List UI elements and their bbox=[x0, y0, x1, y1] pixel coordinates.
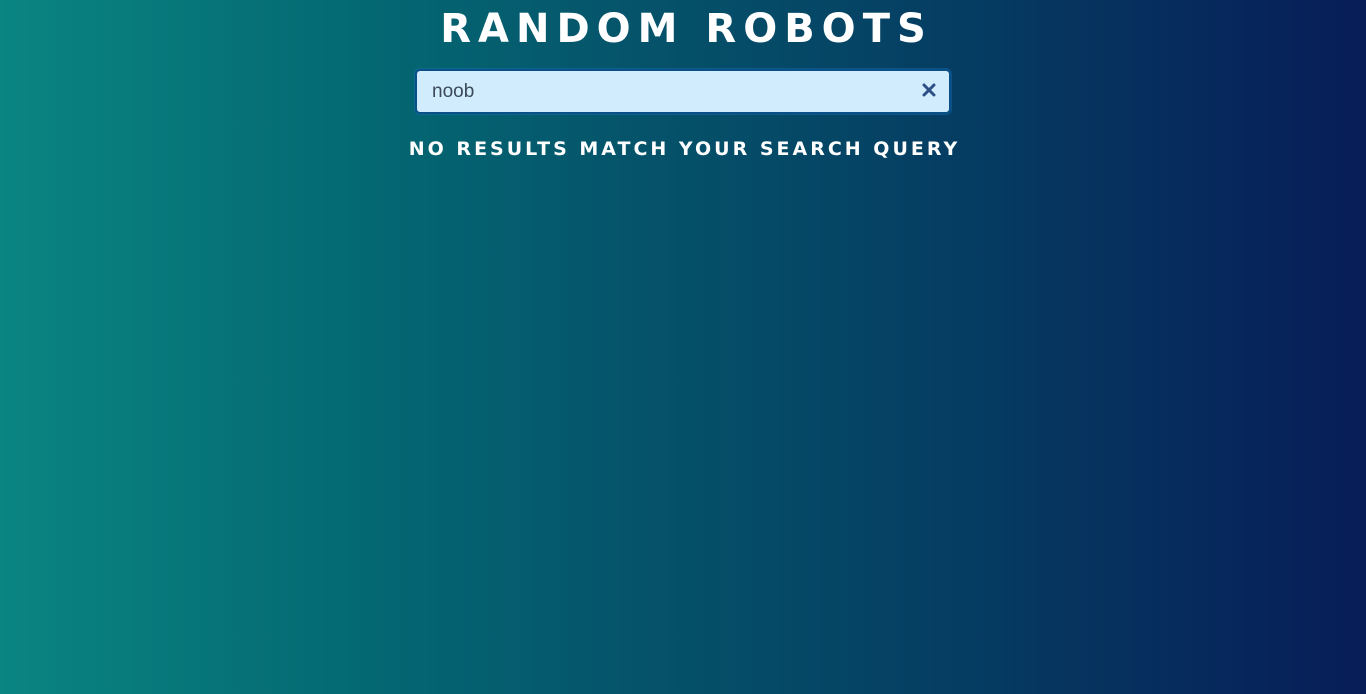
page-title: RANDOM ROBOTS bbox=[440, 6, 933, 52]
search-box bbox=[415, 69, 951, 114]
search-input[interactable] bbox=[417, 71, 909, 112]
clear-search-button[interactable] bbox=[909, 71, 949, 112]
app-root: RANDOM ROBOTS NO RESULTS MATCH YOUR SEAR… bbox=[0, 0, 1366, 694]
close-icon bbox=[922, 82, 936, 101]
no-results-message: NO RESULTS MATCH YOUR SEARCH QUERY bbox=[408, 138, 961, 160]
